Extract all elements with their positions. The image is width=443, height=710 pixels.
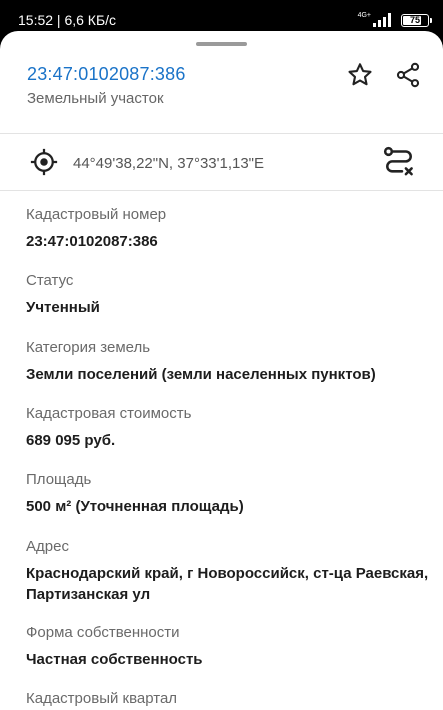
crosshair-target-icon xyxy=(30,148,58,176)
cadastral-number-title[interactable]: 23:47:0102087:386 xyxy=(27,64,186,85)
field-value[interactable]: 23:47:0102087:386 xyxy=(26,231,166,252)
field-value[interactable]: Земли поселений (земли населенных пункто… xyxy=(26,364,376,385)
favorite-button[interactable] xyxy=(343,58,377,92)
field-label: Кадастровый квартал xyxy=(26,690,178,707)
field-label: Кадастровый номер xyxy=(26,206,167,223)
field-address: Адрес Краснодарский край, г Новороссийск… xyxy=(26,537,441,605)
status-icons: 4G+ 75 xyxy=(357,10,432,30)
field-label: Площадь xyxy=(26,471,92,488)
coordinates-text[interactable]: 44°49'38,22"N, 37°33'1,13"E xyxy=(73,155,264,172)
route-icon xyxy=(383,146,413,176)
field-cadastral-quarter: Кадастровый квартал xyxy=(26,689,177,709)
field-cadastral-number: Кадастровый номер 23:47:0102087:386 xyxy=(26,205,166,252)
field-label: Адрес xyxy=(26,538,69,555)
field-cadastral-value: Кадастровая стоимость 689 095 руб. xyxy=(26,404,191,451)
share-icon xyxy=(396,62,420,88)
share-button[interactable] xyxy=(391,58,425,92)
route-button[interactable] xyxy=(381,144,417,180)
object-type-subtitle: Земельный участок xyxy=(27,90,164,107)
sheet-header: 23:47:0102087:386 Земельный участок xyxy=(0,31,443,133)
status-time: 15:52 | 6,6 КБ/с xyxy=(18,12,117,28)
bottom-sheet: 23:47:0102087:386 Земельный участок 44°4… xyxy=(0,31,443,710)
signal-icon xyxy=(373,13,391,27)
field-label: Статус xyxy=(26,272,74,289)
field-value[interactable]: 689 095 руб. xyxy=(26,430,191,451)
coordinates-row: 44°49'38,22"N, 37°33'1,13"E xyxy=(0,134,443,190)
field-status: Статус Учтенный xyxy=(26,271,100,318)
field-value[interactable]: Частная собственность xyxy=(26,649,203,670)
coordinates-divider xyxy=(0,190,443,191)
field-value[interactable]: 500 м² (Уточненная площадь) xyxy=(26,496,244,517)
field-value[interactable]: Краснодарский край, г Новороссийск, ст-ц… xyxy=(26,563,441,605)
field-value[interactable]: Учтенный xyxy=(26,297,100,318)
battery-icon: 75 xyxy=(401,13,432,27)
field-ownership: Форма собственности Частная собственност… xyxy=(26,623,203,670)
locate-button[interactable] xyxy=(29,147,59,177)
battery-level: 75 xyxy=(409,15,420,25)
network-type-label: 4G+ xyxy=(357,11,371,19)
field-area: Площадь 500 м² (Уточненная площадь) xyxy=(26,470,244,517)
field-label: Кадастровая стоимость xyxy=(26,405,192,422)
field-label: Форма собственности xyxy=(26,624,180,641)
field-land-category: Категория земель Земли поселений (земли … xyxy=(26,338,376,385)
star-outline-icon xyxy=(348,63,372,86)
field-label: Категория земель xyxy=(26,339,151,356)
